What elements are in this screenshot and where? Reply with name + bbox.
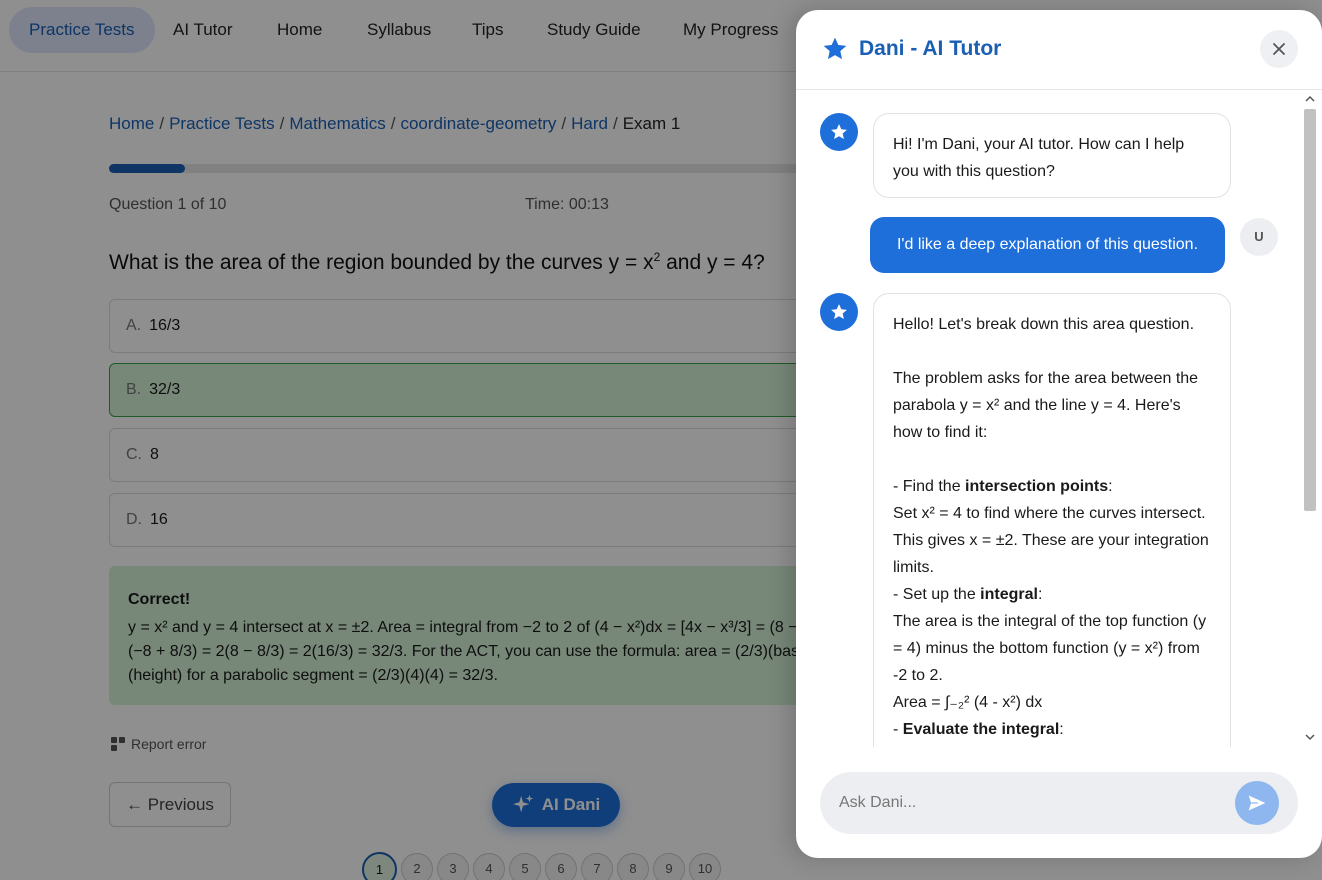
star-icon bbox=[823, 37, 847, 60]
send-button[interactable] bbox=[1235, 781, 1279, 825]
user-message: I'd like a deep explanation of this ques… bbox=[870, 217, 1225, 273]
send-icon bbox=[1248, 795, 1266, 811]
chat-header: Dani - AI Tutor bbox=[796, 10, 1322, 90]
close-icon bbox=[1273, 43, 1285, 55]
reply-step-text: Set x² = 4 to find where the curves inte… bbox=[893, 505, 1209, 576]
chat-scrollbar[interactable] bbox=[1302, 91, 1318, 747]
scrollbar-thumb[interactable] bbox=[1304, 109, 1316, 511]
user-avatar: U bbox=[1240, 218, 1278, 256]
bot-avatar bbox=[820, 293, 858, 331]
reply-intro: Hello! Let's break down this area questi… bbox=[893, 316, 1195, 333]
close-chat-button[interactable] bbox=[1260, 30, 1298, 68]
reply-step-heading: - Find the intersection points: bbox=[893, 478, 1113, 495]
reply-paragraph: The problem asks for the area between th… bbox=[893, 370, 1199, 441]
ai-tutor-chat-panel: Dani - AI Tutor Hi! I'm Dani, your AI tu… bbox=[796, 10, 1322, 858]
reply-step-text: The area is the integral of the top func… bbox=[893, 613, 1207, 684]
bot-message: Hi! I'm Dani, your AI tutor. How can I h… bbox=[873, 113, 1231, 198]
reply-step-heading: - Evaluate the integral: bbox=[893, 721, 1064, 738]
bot-message: Hello! Let's break down this area questi… bbox=[873, 293, 1231, 747]
star-icon bbox=[831, 304, 847, 319]
reply-formula: Area = ∫₋₂² (4 - x²) dx bbox=[893, 694, 1043, 711]
star-icon bbox=[831, 124, 847, 139]
chat-title: Dani - AI Tutor bbox=[859, 37, 1002, 60]
chevron-down-icon[interactable] bbox=[1304, 731, 1316, 743]
chat-input-bar bbox=[820, 772, 1298, 834]
reply-step-heading: - Set up the integral: bbox=[893, 586, 1043, 603]
chevron-up-icon[interactable] bbox=[1304, 93, 1316, 105]
chat-input[interactable] bbox=[820, 772, 1220, 834]
bot-avatar bbox=[820, 113, 858, 151]
chat-messages: Hi! I'm Dani, your AI tutor. How can I h… bbox=[796, 91, 1322, 747]
